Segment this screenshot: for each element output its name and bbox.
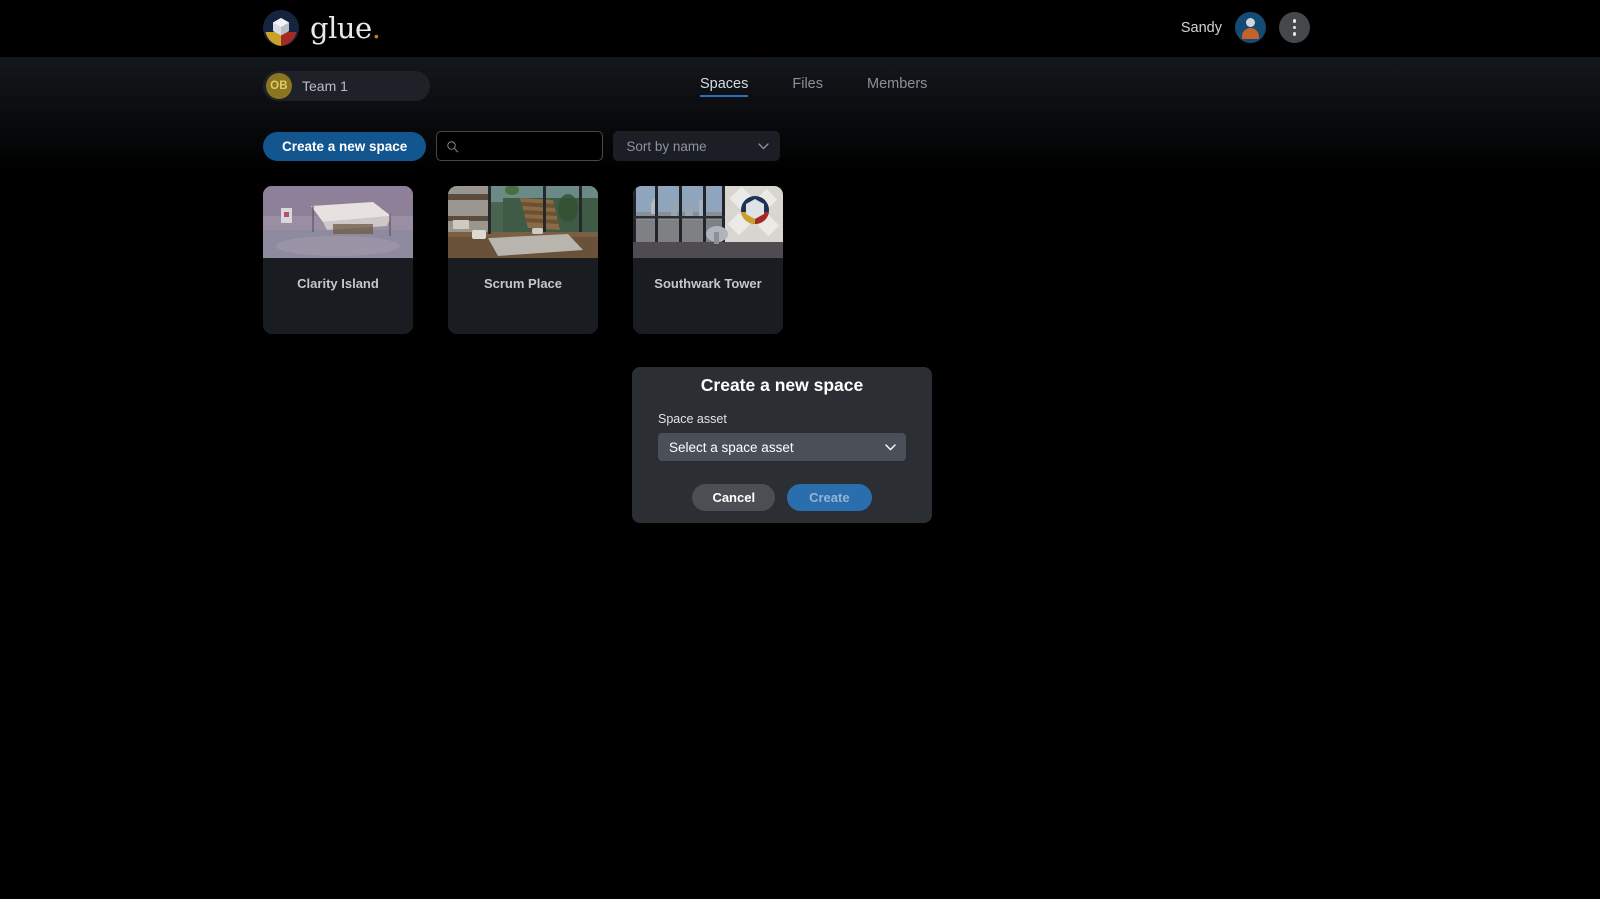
cancel-button[interactable]: Cancel — [692, 484, 776, 511]
brand-name-text: glue — [310, 10, 372, 45]
space-thumbnail-scrum-place — [448, 186, 598, 258]
team-avatar-badge: OB — [266, 73, 292, 99]
sort-dropdown[interactable]: Sort by name — [613, 131, 781, 161]
space-thumbnail-southwark-tower — [633, 186, 783, 258]
space-card-title: Scrum Place — [483, 276, 563, 291]
user-avatar-icon[interactable] — [1235, 12, 1266, 43]
space-asset-label: Space asset — [658, 412, 727, 426]
tab-spaces[interactable]: Spaces — [700, 76, 749, 97]
modal-title: Create a new space — [700, 375, 864, 395]
app-root: glue. Sandy OB Team 1 Spaces Files Membe… — [0, 0, 1600, 899]
create-space-modal: Create a new space Space asset Select a … — [632, 367, 932, 523]
space-asset-select[interactable]: Select a space asset — [658, 433, 906, 461]
search-input[interactable] — [464, 138, 595, 154]
team-name-label: Team 1 — [302, 78, 348, 94]
tab-members[interactable]: Members — [867, 76, 927, 97]
secondary-nav-band — [0, 57, 1600, 172]
chevron-down-icon — [885, 443, 896, 451]
create-new-space-button[interactable]: Create a new space — [263, 131, 427, 161]
avatar-head-shape — [1246, 18, 1255, 27]
search-icon — [446, 140, 459, 153]
kebab-dot — [1292, 32, 1297, 36]
brand-dot-text: . — [371, 10, 381, 45]
space-card-title: Clarity Island — [297, 276, 379, 291]
space-card[interactable]: Scrum Place — [448, 186, 598, 334]
team-selector[interactable]: OB Team 1 — [263, 71, 430, 101]
main-tabs: Spaces Files Members — [700, 76, 927, 97]
user-name-label: Sandy — [1180, 19, 1222, 36]
space-card[interactable]: Clarity Island — [263, 186, 413, 334]
space-asset-selected-value: Select a space asset — [669, 439, 794, 455]
user-area: Sandy — [1181, 12, 1310, 43]
space-thumbnail-clarity-island — [263, 186, 413, 258]
modal-actions: Cancel Create — [632, 484, 932, 511]
spaces-grid: Clarity Island Scrum Place Southwark Tow… — [263, 186, 783, 334]
kebab-dot — [1292, 25, 1297, 30]
brand-logo-group[interactable]: glue. — [263, 10, 381, 46]
avatar-body-shape — [1242, 28, 1259, 39]
brand-wordmark: glue. — [310, 10, 381, 45]
space-card-title: Southwark Tower — [654, 276, 762, 291]
kebab-dot — [1292, 19, 1297, 23]
tab-files[interactable]: Files — [792, 76, 823, 97]
top-header-bar: glue. Sandy — [0, 0, 1600, 57]
glue-cube-logo-icon — [263, 10, 299, 46]
sort-selected-label: Sort by name — [626, 138, 707, 154]
space-card[interactable]: Southwark Tower — [633, 186, 783, 334]
chevron-down-icon — [758, 142, 769, 150]
create-button[interactable]: Create — [787, 484, 872, 511]
spaces-toolbar: Create a new space Sort by name — [263, 131, 781, 161]
search-box[interactable] — [436, 131, 604, 161]
kebab-menu-icon[interactable] — [1279, 12, 1310, 43]
